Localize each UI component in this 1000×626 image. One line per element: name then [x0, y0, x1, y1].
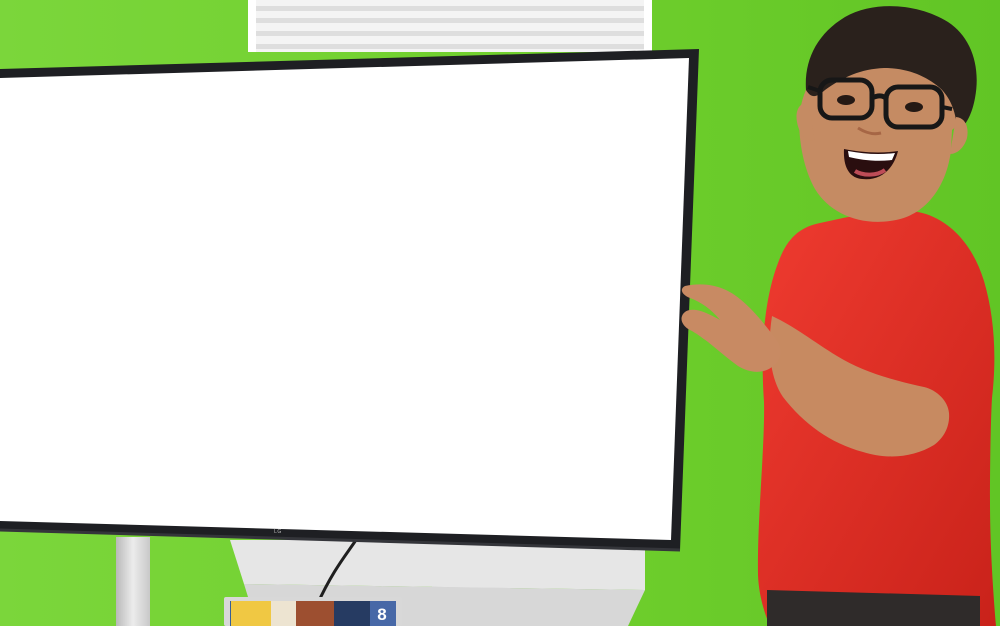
dark-pants — [767, 590, 980, 626]
scene-illustration — [0, 0, 1000, 626]
tv-brand-label: LG — [274, 529, 282, 535]
image-scene: LG 8 — [0, 0, 1000, 626]
window-blinds — [248, 0, 652, 52]
device-screen-number: 8 — [377, 605, 387, 624]
television — [0, 49, 699, 552]
